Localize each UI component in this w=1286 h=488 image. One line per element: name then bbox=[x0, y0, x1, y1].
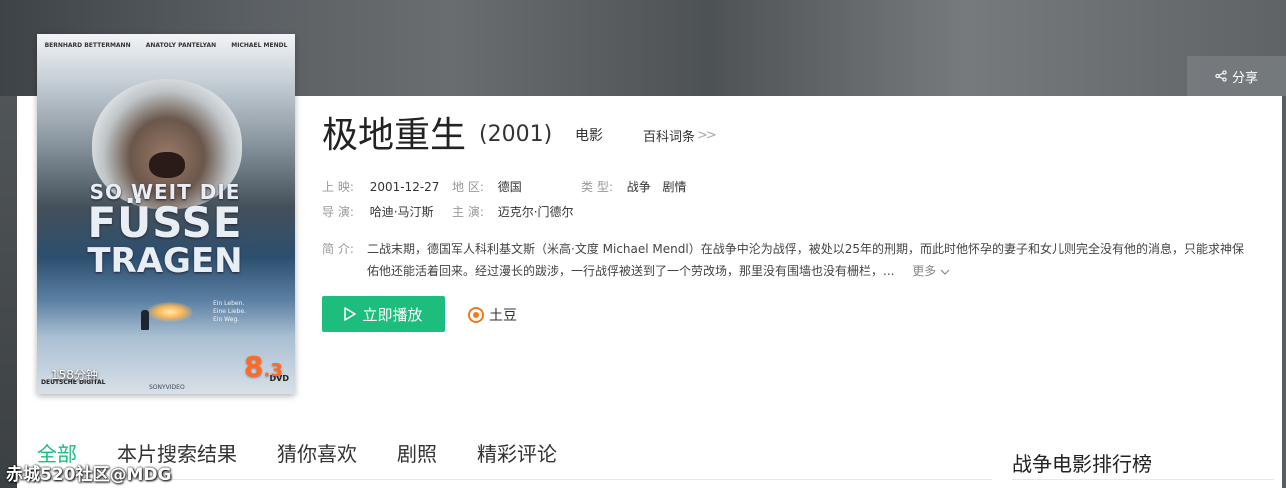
release-row: 上 映: 2001-12-27 bbox=[322, 179, 439, 195]
region-label: 地 区: bbox=[452, 180, 484, 194]
summary-label: 简 介: bbox=[322, 242, 354, 256]
score-main: 8 bbox=[244, 350, 264, 383]
cast-label: 主 演: bbox=[452, 205, 484, 219]
director-value[interactable]: 哈迪·马汀斯 bbox=[370, 205, 434, 219]
movie-poster[interactable]: BERNHARD BETTERMANN ANATOLY PANTELYAN MI… bbox=[37, 34, 295, 394]
cast-row: 主 演: 迈克尔·门德尔 bbox=[452, 204, 574, 220]
baike-link[interactable]: 百科词条 >> bbox=[643, 126, 717, 145]
baike-label: 百科词条 bbox=[643, 130, 696, 145]
poster-tagline: Ein Leben. Eine Liebe. Ein Weg. bbox=[213, 300, 246, 323]
genre-label: 类 型: bbox=[581, 180, 613, 194]
movie-title: 极地重生 bbox=[322, 115, 467, 156]
share-icon bbox=[1215, 70, 1227, 82]
movie-year: (2001) bbox=[479, 122, 553, 147]
score-badge: 8.3 bbox=[244, 350, 283, 383]
more-label: 更多 bbox=[912, 264, 937, 278]
source-label: 土豆 bbox=[489, 308, 517, 324]
poster-mouth-art bbox=[149, 152, 185, 178]
tagline-line: Eine Liebe. bbox=[213, 307, 246, 315]
content-tabs: 全部 本片搜索结果 猜你喜欢 剧照 精彩评论 bbox=[37, 440, 992, 480]
chevron-down-icon bbox=[940, 269, 950, 275]
poster-name: BERNHARD BETTERMANN bbox=[44, 42, 131, 49]
poster-cast-names: BERNHARD BETTERMANN ANATOLY PANTELYAN MI… bbox=[37, 42, 295, 49]
right-backdrop bbox=[1282, 96, 1286, 488]
double-chevron-right-icon: >> bbox=[697, 128, 717, 143]
director-row: 导 演: 哈迪·马汀斯 bbox=[322, 204, 434, 220]
genre-tag[interactable]: 战争 bbox=[627, 180, 651, 194]
region-row: 地 区: 德国 bbox=[452, 179, 522, 195]
genre-row: 类 型: 战争 剧情 bbox=[581, 179, 687, 195]
play-icon bbox=[344, 307, 357, 321]
play-now-label: 立即播放 bbox=[362, 305, 423, 324]
region-value[interactable]: 德国 bbox=[498, 180, 522, 194]
release-label: 上 映: bbox=[322, 180, 354, 194]
source-tudou[interactable]: 土豆 bbox=[468, 305, 517, 325]
tagline-line: Ein Leben. bbox=[213, 300, 245, 307]
summary-line-with-more: 佑他还能活着回来。经过漫长的跋涉，一行战俘被送到了一个劳改场，那里没有围墙也没有… bbox=[367, 260, 1247, 282]
summary-line: 二战末期，德国军人科利基文斯（米高·文度 Michael Mendl）在战争中沦… bbox=[367, 242, 1244, 256]
director-label: 导 演: bbox=[322, 205, 354, 219]
tab-recommendations[interactable]: 猜你喜欢 bbox=[277, 440, 357, 479]
summary-text: 二战末期，德国军人科利基文斯（米高·文度 Michael Mendl）在战争中沦… bbox=[367, 238, 1247, 282]
tagline-line: Ein Weg. bbox=[213, 315, 240, 323]
poster-title-line: TRAGEN bbox=[87, 241, 243, 281]
score-decimal: .3 bbox=[263, 360, 283, 381]
poster-title-line: FÜSSE bbox=[87, 198, 243, 247]
tab-reviews[interactable]: 精彩评论 bbox=[477, 440, 557, 479]
share-button[interactable]: 分享 bbox=[1187, 56, 1286, 96]
share-label: 分享 bbox=[1231, 70, 1258, 86]
summary-line: 佑他还能活着回来。经过漫长的跋涉，一行战俘被送到了一个劳改场，那里没有围墙也没有… bbox=[367, 264, 895, 278]
genre-tag[interactable]: 剧情 bbox=[663, 180, 687, 194]
watermark: 赤城520社区@MDG bbox=[6, 465, 172, 485]
release-value: 2001-12-27 bbox=[369, 180, 440, 194]
cast-value[interactable]: 迈克尔·门德尔 bbox=[498, 205, 574, 219]
rank-divider bbox=[1012, 479, 1274, 480]
tudou-icon bbox=[468, 307, 484, 323]
poster-studio-logo: SONYVIDEO bbox=[149, 384, 185, 391]
runtime-badge: 158分钟 bbox=[51, 368, 98, 382]
left-backdrop bbox=[0, 96, 17, 488]
poster-name: ANATOLY PANTELYAN bbox=[145, 42, 217, 49]
more-link[interactable]: 更多 bbox=[912, 264, 950, 278]
rank-title: 战争电影排行榜 bbox=[1012, 452, 1152, 476]
movie-type: 电影 bbox=[575, 128, 603, 144]
poster-title-art: SO WEIT DIE FÜSSE TRAGEN bbox=[55, 182, 275, 278]
poster-name: MICHAEL MENDL bbox=[231, 42, 288, 49]
play-now-button[interactable]: 立即播放 bbox=[322, 296, 445, 332]
poster-figure-art bbox=[141, 310, 149, 330]
tab-stills[interactable]: 剧照 bbox=[397, 440, 437, 479]
poster-sun-art bbox=[147, 302, 193, 322]
